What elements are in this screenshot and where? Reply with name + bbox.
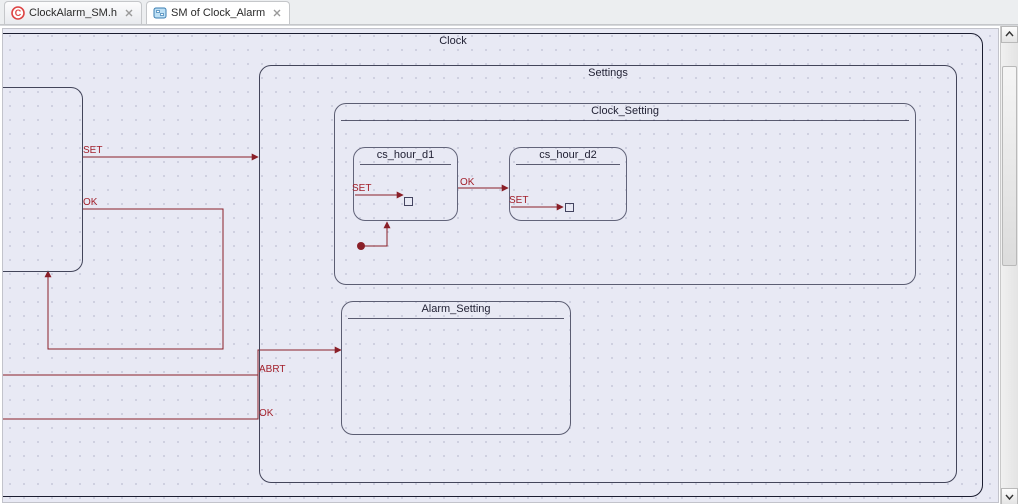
sub-box xyxy=(404,197,413,206)
editor-area: Clock Settings Clock_Setting cs_hour_d1 xyxy=(0,25,1018,504)
title-divider xyxy=(341,120,909,121)
scroll-up-button[interactable] xyxy=(1001,26,1018,43)
state-title: cs_hour_d2 xyxy=(510,147,626,163)
close-icon[interactable] xyxy=(123,7,135,19)
tab-sm-of-clock-alarm[interactable]: SM of Clock_Alarm xyxy=(146,1,290,24)
state-alarm-setting[interactable]: Alarm_Setting xyxy=(341,301,571,435)
title-divider xyxy=(348,318,564,319)
diagram-canvas[interactable]: Clock Settings Clock_Setting cs_hour_d1 xyxy=(2,28,999,503)
close-icon[interactable] xyxy=(271,7,283,19)
tab-bar: C ClockAlarm_SM.h SM of Clock_Alarm xyxy=(0,0,1018,25)
c-file-icon: C xyxy=(11,6,25,20)
state-title: Clock_Setting xyxy=(335,103,915,119)
sub-box xyxy=(565,203,574,212)
state-title: Settings xyxy=(260,65,956,81)
state-title: cs_hour_d1 xyxy=(354,147,457,163)
tab-label: SM of Clock_Alarm xyxy=(171,7,265,19)
sm-diagram-icon xyxy=(153,6,167,20)
vertical-scrollbar[interactable] xyxy=(1000,26,1018,504)
svg-text:C: C xyxy=(15,8,22,18)
tab-clockalarm-h[interactable]: C ClockAlarm_SM.h xyxy=(4,1,142,24)
state-cs-hour-d1[interactable]: cs_hour_d1 xyxy=(353,147,458,221)
title-divider xyxy=(516,164,620,165)
tab-label: ClockAlarm_SM.h xyxy=(29,7,117,19)
state-title: Alarm_Setting xyxy=(342,301,570,317)
state-left-cropped[interactable] xyxy=(2,87,83,272)
chevron-down-icon xyxy=(1005,492,1014,501)
title-divider xyxy=(360,164,451,165)
scroll-down-button[interactable] xyxy=(1001,488,1018,504)
state-title: Clock xyxy=(2,33,982,49)
chevron-up-icon xyxy=(1005,30,1014,39)
scroll-thumb[interactable] xyxy=(1002,66,1017,266)
